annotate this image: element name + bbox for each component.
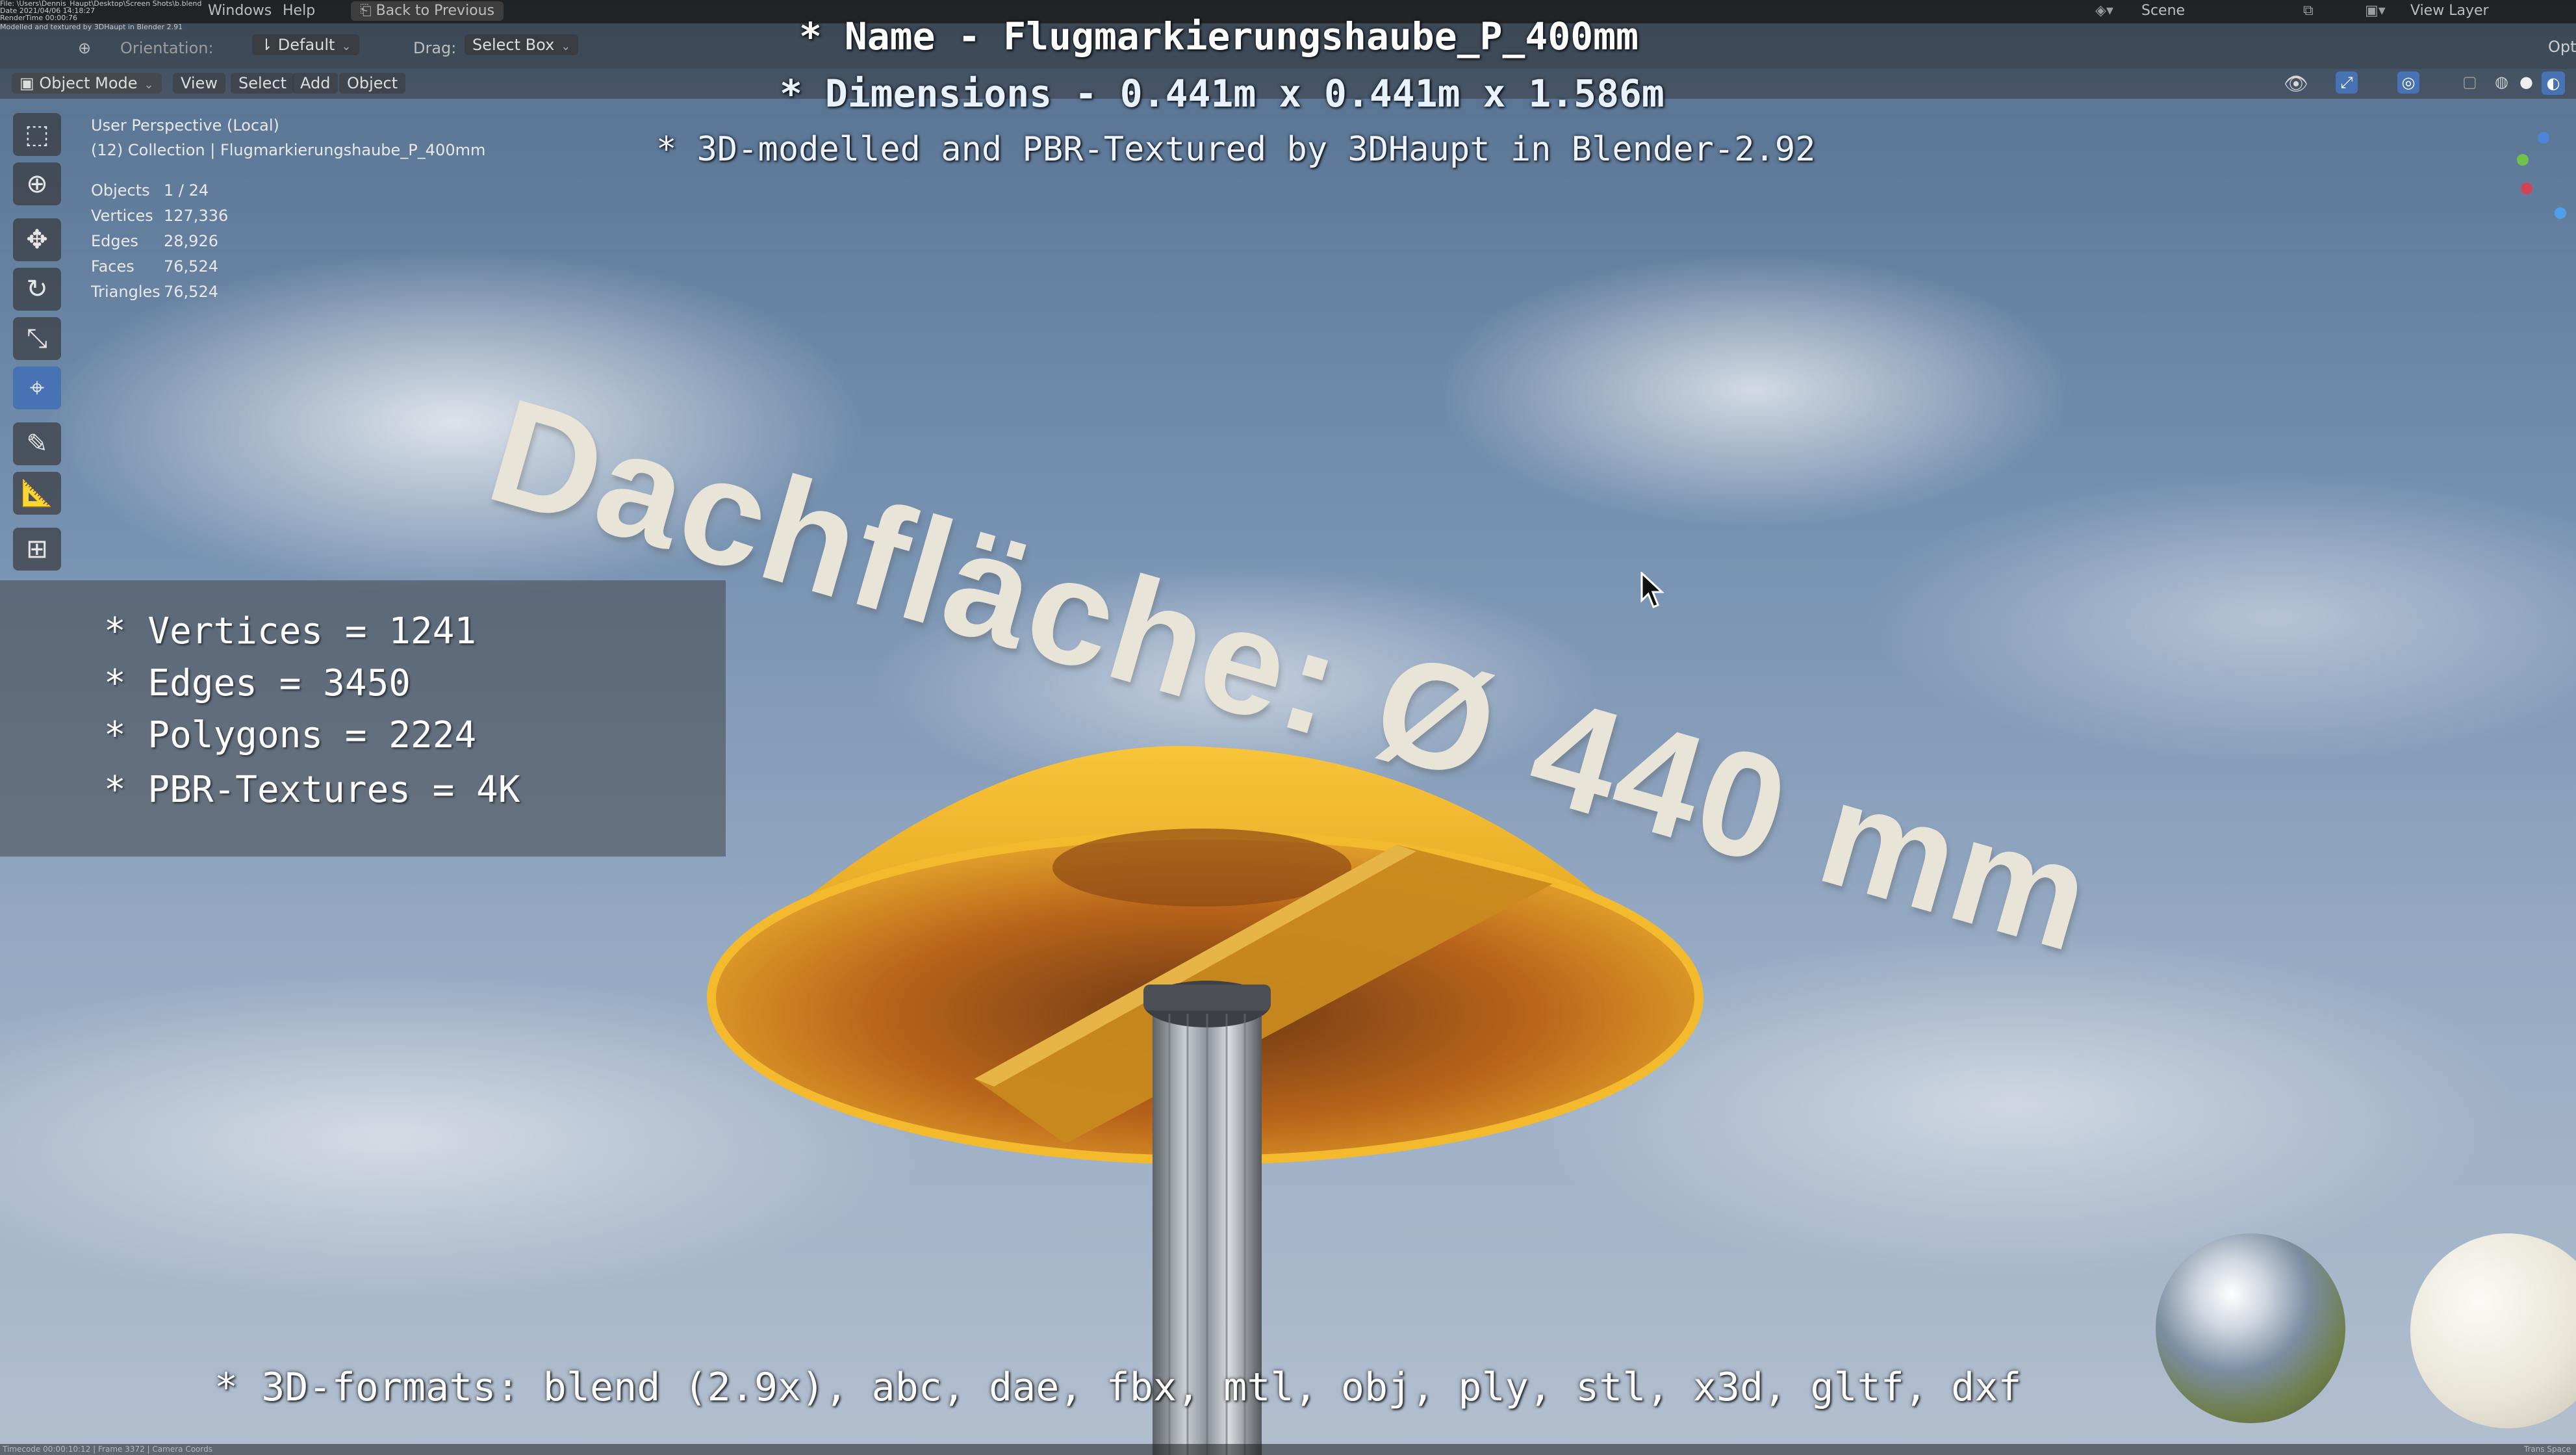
navigation-gizmo[interactable]: [2511, 117, 2576, 234]
stat-row: Edges 28,926: [91, 229, 228, 254]
stat-value: 127,336: [164, 207, 229, 225]
orientation-value: Default: [277, 36, 335, 54]
rendered-shading-icon[interactable]: ◐: [2542, 71, 2565, 95]
viewport-info: User Perspective (Local) (12) Collection…: [91, 113, 485, 162]
menu-help[interactable]: Help: [283, 3, 315, 19]
collection-label: (12) Collection | Flugmarkierungshaube_P…: [91, 141, 486, 159]
render-stamp-cont: Modelled and textured by 3DHaupt in Blen…: [0, 23, 183, 31]
mode-dropdown[interactable]: ▣ Object Mode ⌄: [12, 73, 162, 94]
stat-row: Vertices 127,336: [91, 203, 228, 229]
move-icon[interactable]: ✥: [13, 218, 61, 261]
frame-info: Timecode 00:00:10:12 | Frame 3372 | Came…: [3, 1445, 212, 1454]
chevron-down-icon: ⌄: [144, 78, 154, 92]
rotate-icon[interactable]: ↻: [13, 268, 61, 311]
mouse-pointer-icon: [1640, 572, 1664, 608]
gizmo-toggle-icon[interactable]: ⤢: [2336, 71, 2358, 94]
options-button[interactable]: Opti: [2548, 38, 2576, 56]
menu-view[interactable]: View: [173, 73, 225, 94]
neg-z-axis-icon: [2555, 207, 2566, 219]
credit-caption: * 3D-modelled and PBR-Textured by 3DHaup…: [656, 130, 1816, 169]
perspective-label: User Perspective (Local): [91, 116, 279, 135]
menu-select[interactable]: Select: [231, 73, 295, 94]
scene-selector[interactable]: Scene: [2141, 3, 2185, 19]
stat-row: Objects 1 / 24: [91, 178, 228, 203]
orientation-label: Orientation:: [120, 39, 214, 57]
spec-polygons: * Polygons = 2224: [104, 714, 477, 756]
status-bar: Timecode 00:00:10:12 | Frame 3372 | Came…: [0, 1444, 2576, 1455]
scale-icon[interactable]: ⤡: [13, 317, 61, 360]
orientation-dropdown[interactable]: ⇂ Default ⌄: [252, 34, 359, 55]
xray-icon[interactable]: ▢: [2462, 73, 2477, 91]
add-cube-icon[interactable]: ⊞: [13, 528, 61, 571]
stat-row: Triangles 76,524: [91, 279, 228, 305]
object-mode-icon: ▣: [19, 74, 40, 92]
chevron-down-icon: ⌄: [561, 40, 571, 53]
stat-label: Edges: [91, 232, 138, 250]
menu-object[interactable]: Object: [339, 73, 406, 94]
menu-windows[interactable]: Windows: [208, 3, 272, 19]
spec-textures: * PBR-Textures = 4K: [104, 769, 520, 811]
wireframe-shading-icon[interactable]: ◍: [2495, 73, 2508, 91]
drag-label: Drag:: [413, 39, 457, 57]
stamp-line: Modelled and textured by 3DHaupt in Blen…: [0, 23, 183, 31]
annotate-icon[interactable]: ✎: [13, 422, 61, 465]
stat-label: Triangles: [91, 283, 160, 301]
y-axis-icon: [2517, 154, 2529, 166]
scene-icon[interactable]: ◈▾: [2095, 3, 2113, 19]
z-axis-icon: [2538, 132, 2549, 144]
tool-shelf: ⬚ ⊕ ✥ ↻ ⤡ ⌖ ✎ 📐 ⊞: [9, 110, 69, 585]
menu-add[interactable]: Add: [292, 73, 338, 94]
copy-scene-icon[interactable]: ⧉: [2303, 3, 2314, 19]
stat-row: Faces 76,524: [91, 254, 228, 279]
stat-label: Vertices: [91, 207, 153, 225]
cursor-icon[interactable]: ⊕: [13, 162, 61, 205]
model-name-caption: * Name - Flugmarkierungshaube_P_400mm: [799, 14, 1639, 58]
visibility-icon[interactable]: 👁: [2284, 73, 2308, 96]
render-stamp: File: \Users\Dennis_Haupt\Desktop\Screen…: [0, 0, 201, 21]
orientation-icon: ⊕: [78, 39, 92, 57]
stamp-line: RenderTime 00:00:76: [0, 14, 77, 22]
dimensions-caption: * Dimensions - 0.441m x 0.441m x 1.586m: [780, 71, 1664, 116]
back-icon: ⎗: [360, 3, 376, 19]
3d-viewport[interactable]: Dachfläche: Ø 440 mm File: \Users\Dennis…: [0, 0, 2576, 1455]
stat-label: Objects: [91, 181, 150, 200]
spec-vertices: * Vertices = 1241: [104, 610, 477, 652]
hdri-preview-sphere: [2156, 1233, 2345, 1423]
mode-label: Object Mode: [39, 74, 138, 92]
scene-statistics: Objects 1 / 24 Vertices 127,336 Edges 28,92…: [91, 178, 228, 305]
status-right: Trans Space: [2523, 1445, 2571, 1454]
drag-dropdown[interactable]: Select Box ⌄: [465, 34, 579, 55]
stat-value: 1 / 24: [164, 181, 209, 200]
back-to-previous-button[interactable]: ⎗ Back to Previous: [351, 1, 504, 21]
stat-value: 76,524: [164, 257, 218, 276]
overlay-toggle-icon[interactable]: ◎: [2397, 71, 2419, 94]
drag-value: Select Box: [472, 36, 555, 54]
transform-orientation-icon: ⇂: [260, 36, 278, 54]
view-layer-icon[interactable]: ▣▾: [2365, 3, 2386, 19]
solid-shading-icon[interactable]: ●: [2519, 73, 2533, 91]
view-layer-selector[interactable]: View Layer: [2410, 3, 2489, 19]
spec-edges: * Edges = 3450: [104, 662, 411, 704]
stat-value: 28,926: [164, 232, 218, 250]
formats-caption: * 3D-formats: blend (2.9x), abc, dae, fb…: [214, 1365, 2022, 1410]
back-label: Back to Previous: [376, 3, 495, 19]
chevron-down-icon: ⌄: [341, 40, 351, 53]
measure-icon[interactable]: 📐: [13, 472, 61, 515]
stat-label: Faces: [91, 257, 134, 276]
stat-value: 76,524: [164, 283, 218, 301]
transform-icon[interactable]: ⌖: [13, 367, 61, 409]
specs-panel: * Vertices = 1241 * Edges = 3450 * Polyg…: [0, 580, 726, 856]
select-box-icon[interactable]: ⬚: [13, 113, 61, 156]
x-axis-icon: [2521, 183, 2532, 194]
